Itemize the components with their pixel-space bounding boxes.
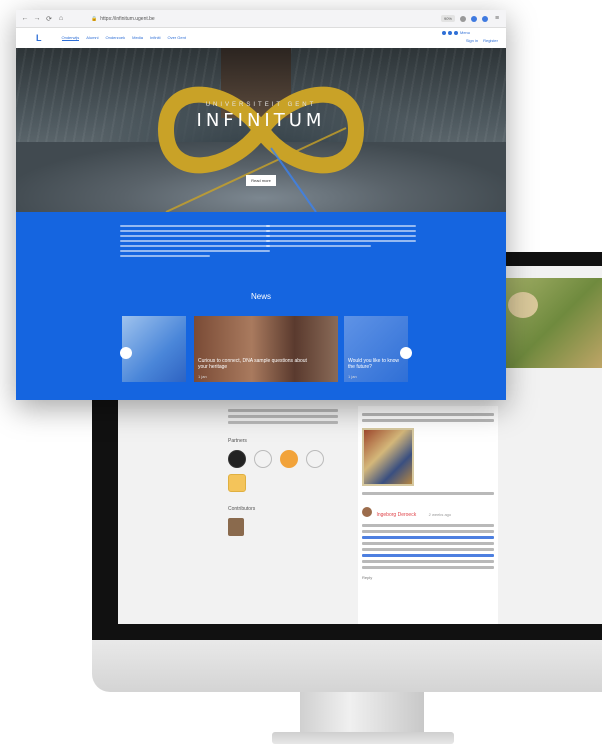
nav-item[interactable]: Infiniti — [150, 35, 160, 41]
site-header: L Onderwijs Alumni Onderzoek Media Infin… — [16, 28, 506, 48]
inner-hero-image — [498, 278, 602, 368]
site-logo[interactable]: L — [36, 33, 42, 43]
inner-right-column: Ingeborg Deroeck 2 weeks ago Reply — [358, 406, 498, 624]
partner-logo[interactable] — [280, 450, 298, 468]
nav-item[interactable]: Over Gent — [167, 35, 185, 41]
intro-news-section: News Curious to connect, DNA sample ques… — [16, 212, 506, 400]
inner-section-label: Partners — [228, 438, 247, 444]
artwork-image[interactable] — [362, 428, 414, 486]
reload-icon[interactable]: ⟳ — [45, 15, 53, 23]
header-auth: Sign in Register — [466, 38, 498, 43]
zoom-level[interactable]: 90% — [440, 15, 455, 22]
tools-menu[interactable]: Menu — [460, 30, 470, 35]
nav-item[interactable]: Onderwijs — [61, 35, 80, 41]
partner-logo[interactable] — [254, 450, 272, 468]
news-heading: News — [250, 292, 271, 301]
hero-cta-button[interactable]: Read more — [246, 175, 276, 186]
hero-banner: UNIVERSITEIT GENT INFINITUM Read more — [16, 48, 506, 212]
site-nav: Onderwijs Alumni Onderzoek Media Infinit… — [61, 35, 186, 41]
news-card-date: 1 jan — [198, 374, 207, 379]
back-arrow-icon[interactable]: ← — [21, 15, 29, 23]
carousel-prev-button[interactable] — [120, 347, 132, 359]
extension-icon[interactable] — [482, 15, 488, 22]
news-card-date: 1 jan — [348, 374, 357, 379]
hero-title: INFINITUM — [196, 110, 326, 131]
partner-logo[interactable] — [306, 450, 324, 468]
news-card-title: Would you like to know the future? — [348, 358, 400, 370]
news-card[interactable]: Would you like to know the future? 1 jan — [344, 316, 408, 382]
header-tools: Menu — [441, 30, 470, 35]
menu-icon[interactable]: ≡ — [493, 15, 501, 23]
carousel-next-button[interactable] — [400, 347, 412, 359]
avatar[interactable] — [228, 518, 244, 536]
register-link[interactable]: Register — [483, 38, 498, 43]
home-icon[interactable]: ⌂ — [57, 15, 65, 23]
nav-item[interactable]: Media — [132, 35, 143, 41]
comment-author[interactable]: Ingeborg Deroeck — [376, 512, 416, 518]
partner-logo[interactable] — [228, 450, 246, 468]
intro-text-right — [266, 222, 416, 250]
partner-logos — [228, 450, 338, 492]
browser-toolbar: ← → ⟳ ⌂ 🔒 https://infinitum.ugent.be 90%… — [16, 10, 506, 28]
comment-avatar[interactable] — [362, 506, 372, 517]
nav-item[interactable]: Onderzoek — [106, 35, 126, 41]
partner-logo[interactable] — [228, 474, 246, 492]
imac-chin — [92, 640, 602, 692]
extension-icon[interactable] — [471, 15, 477, 22]
hero-subtitle: UNIVERSITEIT GENT — [205, 102, 317, 108]
intro-text-left — [120, 222, 270, 260]
reply-link[interactable]: Reply — [362, 575, 494, 580]
inner-contributors-label: Contributors — [228, 506, 256, 512]
forward-arrow-icon[interactable]: → — [33, 15, 41, 23]
login-link[interactable]: Sign in — [466, 38, 478, 43]
comment-time: 2 weeks ago — [428, 512, 452, 517]
address-url: https://infinitum.ugent.be — [100, 15, 155, 22]
extension-icon[interactable] — [460, 15, 466, 22]
lock-icon: 🔒 — [91, 15, 98, 22]
inner-left-column: Partners Contributors — [228, 406, 338, 536]
address-bar[interactable]: 🔒 https://infinitum.ugent.be — [91, 14, 301, 24]
social-icon[interactable] — [453, 30, 458, 35]
social-icon[interactable] — [447, 30, 452, 35]
nav-item[interactable]: Alumni — [86, 35, 98, 41]
imac-stand — [300, 692, 424, 734]
imac-stand-foot — [272, 732, 454, 744]
social-icon[interactable] — [441, 30, 446, 35]
news-card[interactable] — [122, 316, 186, 382]
browser-window: ← → ⟳ ⌂ 🔒 https://infinitum.ugent.be 90%… — [16, 10, 506, 400]
news-card[interactable]: Curious to connect, DNA sample questions… — [194, 316, 338, 382]
news-card-title: Curious to connect, DNA sample questions… — [198, 358, 307, 370]
